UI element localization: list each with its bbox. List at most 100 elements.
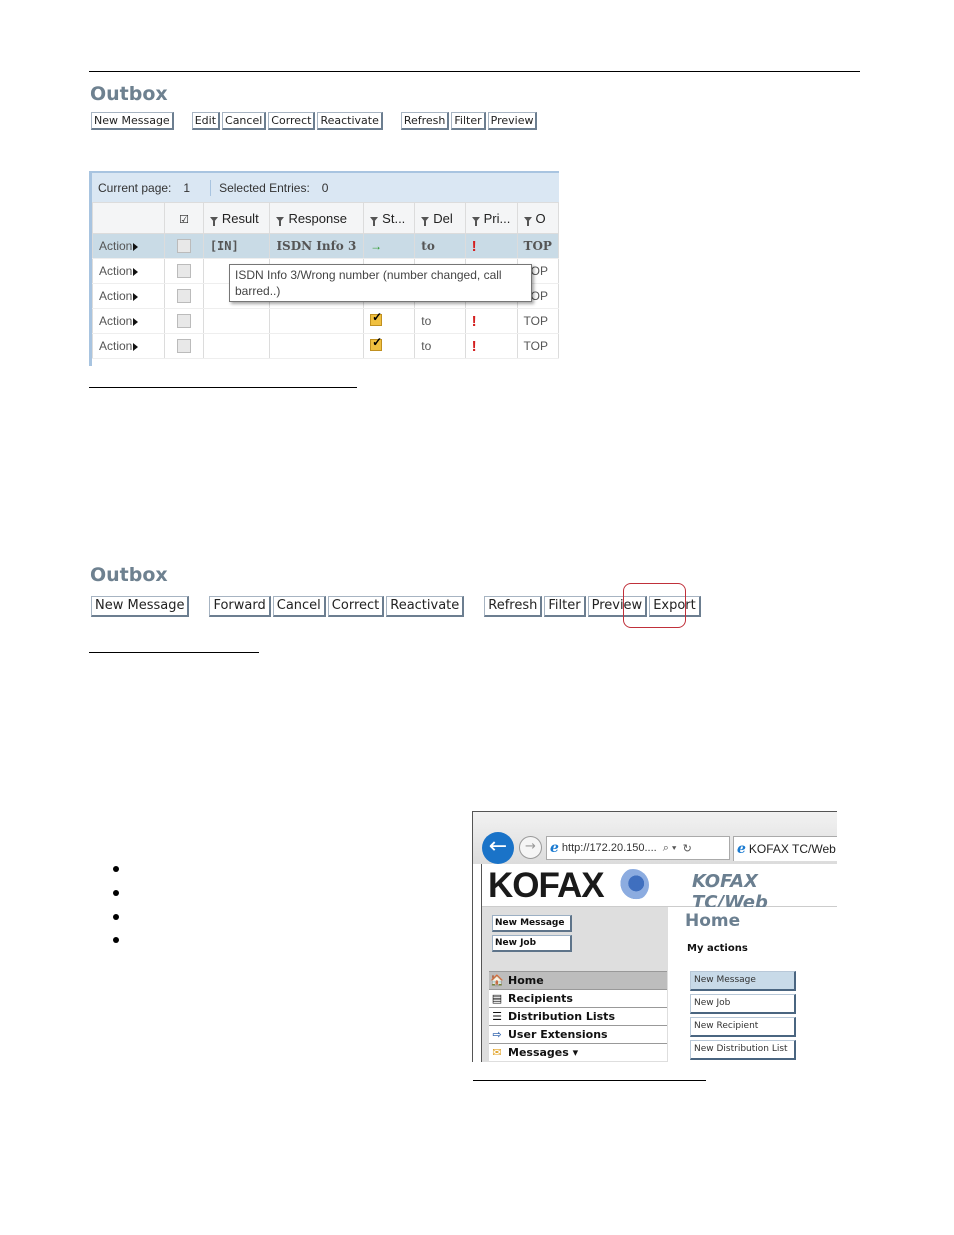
cell-priority: !	[464, 308, 518, 334]
cell-priority: !	[464, 233, 518, 259]
cell-response: ISDN Info 3	[269, 233, 365, 259]
new-message-button[interactable]: New Message	[91, 112, 174, 130]
refresh-button[interactable]: Refresh	[400, 112, 450, 130]
filter-icon[interactable]	[421, 216, 430, 226]
row-checkbox[interactable]	[177, 314, 192, 329]
cell-priority: !	[464, 333, 518, 359]
action-new-distribution-list-button[interactable]: New Distribution List	[690, 1040, 796, 1060]
filter-button[interactable]: Filter	[451, 112, 486, 130]
forward-button[interactable]: Forward	[209, 596, 271, 617]
response-tooltip: ISDN Info 3/Wrong number (number changed…	[229, 264, 532, 302]
header-o[interactable]: O	[516, 202, 559, 234]
action-menu[interactable]: Action	[92, 283, 166, 309]
action-menu[interactable]: Action	[92, 233, 166, 259]
select-all-icon[interactable]: ☑	[179, 214, 189, 226]
envelope-icon: ✉	[492, 1046, 502, 1059]
bullet-point	[113, 914, 119, 920]
bullet-point	[113, 866, 119, 872]
priority-high-icon: !	[471, 337, 477, 355]
header-result[interactable]: Result	[202, 202, 271, 234]
filter-icon[interactable]	[370, 216, 379, 226]
selected-entries-label: Selected Entries:	[219, 180, 310, 195]
table-row[interactable]: Action [IN] ISDN Info 3 → to ! TOP	[92, 233, 559, 259]
back-arrow-icon[interactable]: ←	[482, 832, 514, 864]
filter-icon[interactable]	[471, 216, 480, 226]
delivered-check-icon	[370, 310, 382, 326]
reactivate-button[interactable]: Reactivate	[386, 596, 465, 617]
nav-home[interactable]: 🏠 Home	[489, 971, 667, 989]
action-new-recipient-button[interactable]: New Recipient	[690, 1017, 796, 1037]
header-priority[interactable]: Pri...	[464, 202, 518, 234]
kofax-logo: KOFAX	[488, 866, 605, 905]
outbox-toolbar-2: New Message Forward Cancel Correct React…	[91, 596, 703, 617]
caret-right-icon	[133, 317, 139, 326]
preview-button[interactable]: Preview	[487, 112, 538, 130]
outbox-title-2: Outbox	[90, 564, 168, 586]
filter-icon[interactable]	[523, 216, 532, 226]
cell-o: TOP	[516, 233, 559, 259]
recipients-icon: ▤	[491, 992, 503, 1005]
row-checkbox[interactable]	[177, 339, 192, 354]
grid-status-bar: Current page: 1 Selected Entries: 0	[92, 171, 559, 202]
action-menu[interactable]: Action	[92, 333, 166, 359]
home-icon: 🏠	[490, 974, 504, 987]
kofax-dots-icon	[617, 869, 649, 901]
header-rule	[89, 71, 860, 72]
row-checkbox[interactable]	[177, 239, 192, 254]
page-title: Home	[685, 911, 741, 931]
cell-o: TOP	[516, 308, 559, 334]
section-title: My actions	[687, 943, 748, 954]
cell-status	[363, 333, 416, 359]
priority-high-icon: !	[471, 312, 477, 330]
forward-arrow-icon[interactable]: →	[519, 836, 542, 859]
row-checkbox[interactable]	[177, 264, 192, 279]
left-new-message-button[interactable]: New Message	[492, 915, 572, 932]
ie-logo-icon: e	[737, 841, 746, 857]
nav-user-extensions[interactable]: ⇨ User Extensions	[489, 1025, 667, 1043]
action-menu[interactable]: Action	[92, 258, 166, 284]
header-status[interactable]: St...	[363, 202, 416, 234]
row-checkbox[interactable]	[177, 289, 192, 304]
selected-entries-value: 0	[321, 180, 329, 195]
action-new-message-button[interactable]: New Message	[690, 971, 796, 991]
left-new-job-button[interactable]: New Job	[492, 935, 572, 952]
table-row[interactable]: Action to ! TOP	[92, 333, 559, 359]
filter-icon[interactable]	[209, 216, 218, 226]
header-select-all[interactable]: ☑	[164, 202, 204, 234]
cell-result: [IN]	[202, 233, 271, 259]
action-new-job-button[interactable]: New Job	[690, 994, 796, 1014]
arrow-icon: ⇨	[492, 1028, 502, 1041]
refresh-icon[interactable]: ↻	[683, 842, 692, 855]
bullet-point	[113, 890, 119, 896]
header-response[interactable]: Response	[269, 202, 365, 234]
filter-icon[interactable]	[276, 216, 285, 226]
refresh-button[interactable]: Refresh	[484, 596, 543, 617]
browser-window: ← → e http://172.20.150.... ⌕ ▾ ↻ e KOFA…	[472, 811, 837, 1062]
header-del[interactable]: Del	[414, 202, 466, 234]
nav-messages[interactable]: ✉ Messages ▾	[489, 1043, 667, 1061]
search-icon[interactable]: ⌕ ▾	[663, 842, 677, 855]
address-bar[interactable]: e http://172.20.150.... ⌕ ▾ ↻	[546, 836, 730, 860]
nav-distribution-lists[interactable]: ☰ Distribution Lists	[489, 1007, 667, 1025]
browser-tab[interactable]: e KOFAX TC/Web	[733, 836, 837, 861]
cell-del: to	[414, 308, 466, 334]
cancel-button[interactable]: Cancel	[222, 112, 267, 130]
nav-recipients[interactable]: ▤ Recipients	[489, 989, 667, 1007]
cell-result	[202, 333, 271, 359]
action-menu[interactable]: Action	[92, 308, 166, 334]
correct-button[interactable]: Correct	[327, 596, 385, 617]
table-row[interactable]: Action to ! TOP	[92, 308, 559, 334]
tab-title: KOFAX TC/Web	[748, 842, 836, 856]
new-message-button[interactable]: New Message	[91, 596, 190, 617]
cell-result	[202, 308, 271, 334]
cancel-button[interactable]: Cancel	[272, 596, 326, 617]
edit-button[interactable]: Edit	[191, 112, 221, 130]
kofax-site: KOFAX KOFAX TC/Web New Message New Job 🏠…	[481, 864, 837, 1062]
browser-chrome: ← → e http://172.20.150.... ⌕ ▾ ↻ e KOFA…	[473, 812, 837, 864]
left-pane: New Message New Job 🏠 Home ▤ Recipients ☰ D…	[482, 907, 668, 1062]
filter-button[interactable]: Filter	[544, 596, 586, 617]
reactivate-button[interactable]: Reactivate	[317, 112, 383, 130]
correct-button[interactable]: Correct	[268, 112, 316, 130]
current-page-value: 1	[183, 180, 191, 195]
header-action	[92, 202, 166, 234]
